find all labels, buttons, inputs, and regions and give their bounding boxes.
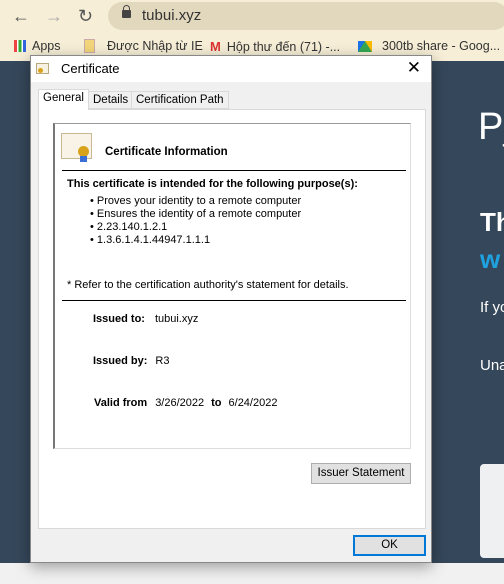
page-text: Una (480, 357, 504, 374)
purpose-item: • 1.3.6.1.4.1.44947.1.1.1 (90, 234, 211, 246)
google-drive-icon (358, 40, 372, 52)
tab-details[interactable]: Details (88, 91, 134, 109)
dialog-title: Certificate (61, 61, 120, 76)
page-heading: Th (480, 207, 504, 237)
authority-note: * Refer to the certification authority's… (67, 279, 349, 291)
certificate-dialog: Certificate ✕ General Details Certificat… (30, 55, 432, 563)
reload-icon[interactable]: ↻ (78, 6, 93, 27)
page-text: If yo (480, 299, 504, 316)
purpose-item: • 2.23.140.1.2.1 (90, 221, 168, 233)
general-tab-panel: Certificate Information This certificate… (38, 109, 426, 529)
address-bar[interactable]: tubui.xyz (108, 2, 504, 30)
purpose-list: • Proves your identity to a remote compu… (90, 195, 301, 247)
purpose-item: • Proves your identity to a remote compu… (90, 195, 302, 207)
bookmark-gmail[interactable]: M Hộp thư đến (71) -... (210, 39, 340, 54)
issued-to-value: tubui.xyz (154, 313, 199, 325)
issued-by-label: Issued by: (93, 355, 148, 367)
tab-certification-path[interactable]: Certification Path (131, 91, 229, 109)
issued-by-value: R3 (155, 355, 170, 367)
folder-icon (84, 39, 95, 53)
valid-from-label: Valid from (94, 397, 148, 409)
certificate-icon (36, 63, 49, 74)
issuer-statement-button[interactable]: Issuer Statement (311, 463, 411, 484)
ok-button[interactable]: OK (353, 535, 426, 556)
dialog-titlebar: Certificate ✕ (31, 56, 431, 82)
bookmark-drive[interactable]: 300tb share - Goog... (358, 39, 500, 53)
forward-icon[interactable]: → (45, 6, 63, 27)
lock-icon[interactable] (122, 5, 131, 18)
url-text: tubui.xyz (142, 7, 202, 24)
certificate-large-icon (61, 133, 92, 162)
divider (62, 300, 406, 301)
browser-toolbar: ← → ↻ tubui.xyz (0, 0, 504, 33)
close-icon[interactable]: ✕ (407, 58, 421, 78)
back-icon[interactable]: ← (12, 6, 30, 27)
divider (62, 170, 406, 171)
page-logo: P_ (478, 106, 504, 148)
issued-to-label: Issued to: (93, 313, 145, 325)
apps-grid-icon (14, 40, 26, 52)
info-title: Certificate Information (105, 146, 228, 158)
valid-from-value: 3/26/2022 (155, 397, 205, 409)
bookmark-ie-folder[interactable]: Được Nhập từ IE (84, 39, 203, 53)
purpose-item: • Ensures the identity of a remote compu… (90, 208, 302, 220)
certificate-info-box: Certificate Information This certificate… (53, 123, 411, 449)
page-heading-link[interactable]: w (480, 244, 500, 275)
valid-to-value: 6/24/2022 (228, 397, 278, 409)
tab-general[interactable]: General (38, 89, 89, 110)
gmail-icon: M (210, 39, 221, 54)
page-card (480, 464, 504, 558)
bookmark-apps[interactable]: Apps (14, 39, 61, 53)
valid-to-label: to (211, 397, 222, 409)
purpose-heading: This certificate is intended for the fol… (67, 178, 358, 190)
